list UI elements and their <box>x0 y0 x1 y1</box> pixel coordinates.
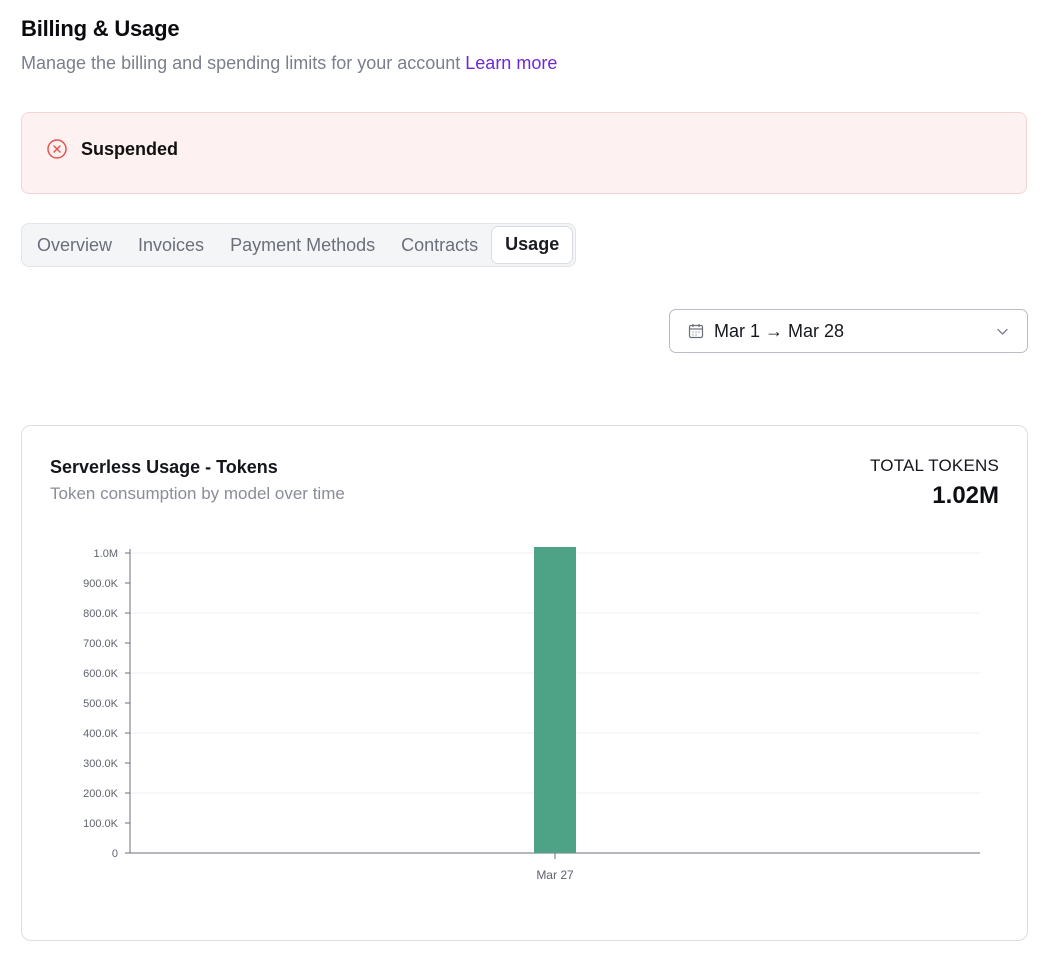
tab-payment-methods[interactable]: Payment Methods <box>217 226 388 264</box>
y-tick-label: 900.0K <box>83 578 119 590</box>
calendar-icon <box>688 324 704 339</box>
y-tick-label: 600.0K <box>83 668 119 680</box>
y-tick-label: 1.0M <box>94 548 118 560</box>
y-tick-label: 0 <box>112 848 118 860</box>
x-tick-label: Mar 27 <box>536 868 574 882</box>
bar <box>534 547 576 853</box>
y-tick-label: 500.0K <box>83 698 119 710</box>
chevron-down-icon <box>997 328 1008 335</box>
billing-tabs: Overview Invoices Payment Methods Contra… <box>21 223 577 267</box>
page-subtitle-text: Manage the billing and spending limits f… <box>21 53 461 73</box>
billing-usage-page: Billing & Usage Manage the billing and s… <box>0 0 1058 968</box>
usage-card: Serverless Usage - Tokens Token consumpt… <box>21 425 1028 941</box>
alert-text: Suspended <box>81 139 179 159</box>
learn-more-link[interactable]: Learn more <box>465 53 557 73</box>
x-circle-icon <box>47 139 67 159</box>
usage-bar-chart: 0 100.0K 200.0K 300.0K 400.0K 500.0K 600.0K 700… <box>83 547 980 882</box>
tab-invoices[interactable]: Invoices <box>125 226 217 264</box>
date-range-label: Mar 1 → Mar 28 <box>714 321 845 341</box>
tab-contracts[interactable]: Contracts <box>388 226 491 264</box>
page-subtitle: Manage the billing and spending limits f… <box>21 53 557 74</box>
y-tick-label: 100.0K <box>83 818 119 830</box>
tab-usage[interactable]: Usage <box>491 226 574 264</box>
y-tick-label: 800.0K <box>83 608 119 620</box>
y-tick-label: 200.0K <box>83 788 119 800</box>
suspended-alert: Suspended <box>21 112 1027 194</box>
date-range-picker[interactable]: Mar 1 → Mar 28 <box>669 309 1028 353</box>
y-tick-label: 700.0K <box>83 638 119 650</box>
y-tick-label: 400.0K <box>83 728 119 740</box>
tab-overview[interactable]: Overview <box>24 226 125 264</box>
page-title: Billing & Usage <box>21 16 180 41</box>
y-tick-label: 300.0K <box>83 758 119 770</box>
